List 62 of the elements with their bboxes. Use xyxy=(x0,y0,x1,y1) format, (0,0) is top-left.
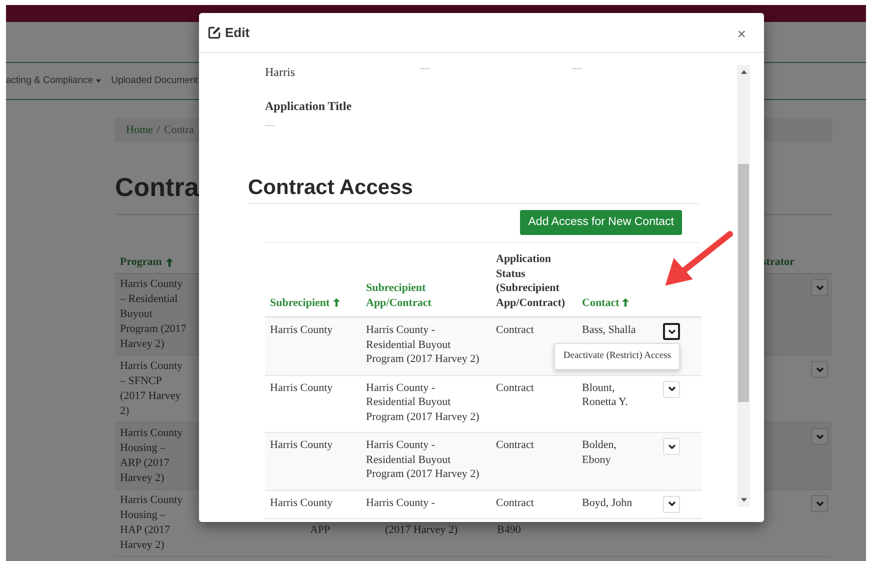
close-button[interactable]: × xyxy=(737,27,746,42)
column-header[interactable]: Subrecipient App/Contract xyxy=(366,281,486,310)
table-cell-text: Harris County xyxy=(270,380,334,395)
chevron-icon xyxy=(668,444,676,450)
breadcrumb-link[interactable]: Home xyxy=(126,122,153,138)
scroll-down-icon xyxy=(740,498,746,502)
table-cell-text: Harris County - Residential Buyout Program (2017 Harvey 2) xyxy=(366,323,480,366)
table-cell-text: B490 xyxy=(497,523,522,538)
table-cell-text: Harris County xyxy=(270,496,334,510)
row-menu-button[interactable] xyxy=(663,323,680,340)
table-cell-text: Contract xyxy=(496,438,535,452)
table-cell-text: Contract xyxy=(496,496,535,510)
chevron-icon xyxy=(668,328,676,334)
chevron-icon xyxy=(816,366,824,372)
nav-link[interactable]: Uploaded Document xyxy=(111,74,198,88)
scrollbar[interactable] xyxy=(737,65,750,507)
summary-text: Harris xyxy=(265,64,296,81)
dialog-title: Edit xyxy=(225,24,250,42)
chevron-icon xyxy=(816,434,824,440)
field-label: Application Title xyxy=(264,98,353,115)
table-cell-text: Harris County Housing – ARP (2017 Harvey 2) xyxy=(119,426,184,486)
sort-arrow-icon xyxy=(166,258,173,267)
table-cell-text: Harris County - Residential Buyout Program (2017 Harvey 2) xyxy=(366,380,480,424)
table-cell-text: Boyd, John xyxy=(582,496,634,510)
column-header[interactable]: Subrecipient xyxy=(270,296,340,310)
table-cell-text: Bolden, Ebony xyxy=(582,438,618,467)
breadcrumb-separator: / xyxy=(156,122,160,138)
table-cell-text: Blount, Ronetta Y. xyxy=(582,380,629,410)
column-header[interactable]: Contact xyxy=(582,296,630,310)
nav-link[interactable]: acting & Compliance xyxy=(6,74,102,88)
caret-icon xyxy=(96,79,102,83)
column-header: Application Status (Subrecipient App/Contract) xyxy=(496,252,566,310)
table-cell-text: Harris County - Residential Buyout Program (2017 Harvey 2) xyxy=(366,438,480,482)
page-heading: Contra xyxy=(115,171,199,204)
summary-text: — xyxy=(420,63,431,76)
table-cell-text: Harris County xyxy=(270,323,334,338)
summary-text: — xyxy=(572,63,582,76)
breadcrumb-current: Contra xyxy=(164,122,194,138)
menu-item[interactable]: Deactivate (Restrict) Access xyxy=(555,344,679,368)
column-header[interactable]: Program xyxy=(115,255,195,270)
table-cell-text: Contract xyxy=(496,323,535,338)
table-cell-text: Bass, Shalla xyxy=(582,323,637,338)
table-cell-text: (2017 Harvey 2) xyxy=(385,523,459,538)
chevron-icon xyxy=(668,501,676,507)
chevron-icon xyxy=(816,500,824,506)
chevron-icon xyxy=(668,386,676,392)
table-cell-text: Harris County Housing – HAP (2017 Harvey 2) xyxy=(119,493,184,553)
table-cell-text: Harris County - xyxy=(366,496,436,510)
add-access-button[interactable]: Add Access for New Contact xyxy=(520,210,682,235)
table-cell-text: Harris County – SFNCP (2017 Harvey 2) xyxy=(119,359,184,419)
scrollbar-thumb[interactable] xyxy=(738,164,749,402)
table-cell-text: Contract xyxy=(496,380,535,395)
edit-icon xyxy=(208,26,221,39)
section-heading: Contract Access xyxy=(248,175,699,204)
table-cell-text: Harris County xyxy=(270,438,334,452)
table-cell-text: Harris County – Residential Buyout Program (2017 Harvey 2) xyxy=(119,277,188,352)
chevron-icon xyxy=(816,284,824,290)
field-value: — xyxy=(264,119,276,133)
sort-arrow-icon xyxy=(332,298,340,307)
table-cell-text: APP xyxy=(310,523,332,538)
scroll-up-icon xyxy=(740,70,746,74)
sort-arrow-icon xyxy=(622,298,630,307)
